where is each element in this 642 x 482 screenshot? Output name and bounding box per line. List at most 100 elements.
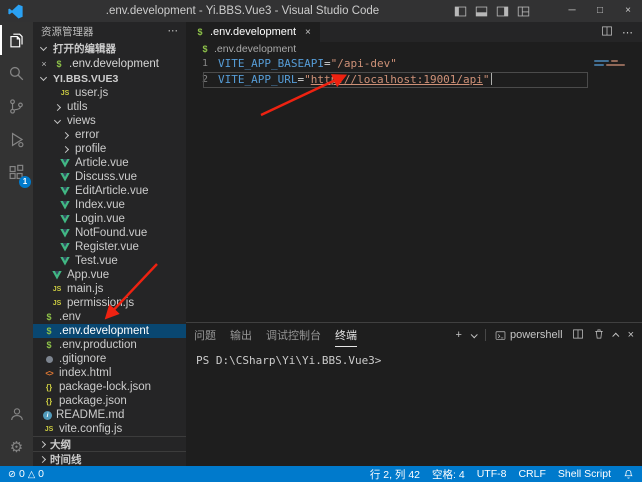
tree-item[interactable]: JSmain.js [33,282,186,296]
eol-setting[interactable]: CRLF [518,468,545,480]
kill-terminal-icon[interactable] [593,328,605,343]
minimap[interactable] [594,58,636,68]
sidebar-more-icon[interactable]: ⋯ [168,25,179,37]
tree-item-label: README.md [56,409,124,421]
tree-item-label: Index.vue [75,199,125,211]
editor-group: $ .env.development × ⋯ $ .env.developmen… [186,22,642,466]
open-editor-item[interactable]: × $ .env.development [33,56,186,71]
tree-item[interactable]: JSvite.config.js [33,422,186,436]
sidebar-title-row: 资源管理器 ⋯ [33,22,186,40]
run-debug-icon[interactable] [0,124,33,154]
code-line[interactable]: 1 VITE_APP_BASEAPI="/api-dev" [186,56,642,72]
problems-status[interactable]: ⊘ 0 △ 0 [8,468,44,480]
breadcrumb[interactable]: $ .env.development [186,42,642,56]
terminal-output[interactable]: PS D:\CSharp\Yi\Yi.BBS.Vue3> [186,347,642,466]
project-root-label: YI.BBS.VUE3 [53,73,118,85]
close-panel-icon[interactable]: × [628,330,634,341]
tree-item-folder[interactable]: views [33,114,186,128]
tree-item[interactable]: Article.vue [33,156,186,170]
error-count: 0 [19,468,25,480]
tree-item[interactable]: App.vue [33,268,186,282]
notifications-bell-icon[interactable] [623,469,634,480]
tree-item[interactable]: Test.vue [33,254,186,268]
tree-item[interactable]: iREADME.md [33,408,186,422]
url-link[interactable]: http://localhost:19001/api [311,73,483,86]
tree-item[interactable]: {}package.json [33,394,186,408]
tree-item[interactable]: $.env.production [33,338,186,352]
vscode-window: .env.development - Yi.BBS.Vue3 - Visual … [0,0,642,482]
tree-item-folder[interactable]: utils [33,100,186,114]
tree-item-label: views [67,115,96,127]
tree-item-label: EditArticle.vue [75,185,149,197]
tree-item-folder[interactable]: error [33,128,186,142]
json-icon: {} [43,395,55,407]
source-control-icon[interactable] [0,91,33,121]
tree-item-label: Test.vue [75,255,118,267]
toggle-panel-icon[interactable] [475,5,488,18]
tab-problems[interactable]: 问题 [194,323,216,347]
bottom-panel: 问题 输出 调试控制台 终端 + powershell [186,322,642,466]
text-cursor [491,73,492,85]
shell-selector[interactable]: powershell [485,329,563,341]
timeline-section-header[interactable]: 时间线 [33,451,186,466]
close-icon[interactable]: × [614,0,642,22]
tree-item-label: user.js [75,87,108,99]
language-mode[interactable]: Shell Script [558,468,611,480]
tree-item[interactable]: <>index.html [33,366,186,380]
tree-item[interactable]: Register.vue [33,240,186,254]
maximize-panel-icon[interactable] [612,332,619,339]
toggle-sidebar-icon[interactable] [454,5,467,18]
tree-item[interactable]: Login.vue [33,212,186,226]
code-editor[interactable]: 1 VITE_APP_BASEAPI="/api-dev" 2 VITE_APP… [186,56,642,322]
tree-item[interactable]: JSpermission.js [33,296,186,310]
outline-section-header[interactable]: 大纲 [33,436,186,451]
close-icon[interactable]: × [305,27,311,38]
tree-item[interactable]: $.env [33,310,186,324]
tree-item[interactable]: Discuss.vue [33,170,186,184]
more-actions-icon[interactable]: ⋯ [622,26,633,39]
tree-item-label: profile [75,143,106,155]
customize-layout-icon[interactable] [517,5,530,18]
project-root-header[interactable]: YI.BBS.VUE3 [33,71,186,86]
tab-output[interactable]: 输出 [230,323,252,347]
settings-gear-icon[interactable]: ⚙ [0,432,33,462]
tree-item[interactable]: EditArticle.vue [33,184,186,198]
tree-item[interactable]: {}package-lock.json [33,380,186,394]
encoding-setting[interactable]: UTF-8 [477,468,507,480]
tree-item[interactable]: Index.vue [33,198,186,212]
tree-item-folder[interactable]: profile [33,142,186,156]
close-icon[interactable]: × [39,59,49,69]
vue-icon [59,213,71,225]
tree-item-selected[interactable]: $.env.development [33,324,186,338]
tree-item-label: Login.vue [75,213,125,225]
split-editor-icon[interactable] [601,25,613,40]
new-terminal-icon[interactable]: + [456,330,462,341]
chevron-down-icon[interactable] [471,331,478,338]
extensions-icon[interactable]: 1 [0,157,33,187]
tree-item-label: Discuss.vue [75,171,137,183]
account-icon[interactable] [0,399,33,429]
env-file-icon: $ [43,339,55,351]
tab-terminal[interactable]: 终端 [335,323,357,347]
tree-item[interactable]: NotFound.vue [33,226,186,240]
window-controls: ─ □ × [558,0,642,22]
indentation-setting[interactable]: 空格: 4 [432,467,465,482]
split-terminal-icon[interactable] [572,328,584,343]
code-line-current[interactable]: 2 VITE_APP_URL="http://localhost:19001/a… [186,72,642,88]
tree-item-label: .env [59,311,81,323]
cursor-position[interactable]: 行 2, 列 42 [370,467,420,482]
tab-env-development[interactable]: $ .env.development × [186,22,320,42]
code-text: VITE_APP_URL="http://localhost:19001/api… [218,72,492,88]
warning-count: 0 [38,468,44,480]
minimize-icon[interactable]: ─ [558,0,586,22]
toggle-secondary-sidebar-icon[interactable] [496,5,509,18]
vue-icon [59,185,71,197]
tree-item[interactable]: .gitignore [33,352,186,366]
open-editors-header[interactable]: 打开的编辑器 [33,40,186,56]
explorer-icon[interactable] [0,25,33,55]
tab-debug-console[interactable]: 调试控制台 [266,323,321,347]
search-icon[interactable] [0,58,33,88]
tree-item[interactable]: JSuser.js [33,86,186,100]
env-file-icon: $ [195,26,205,38]
maximize-icon[interactable]: □ [586,0,614,22]
